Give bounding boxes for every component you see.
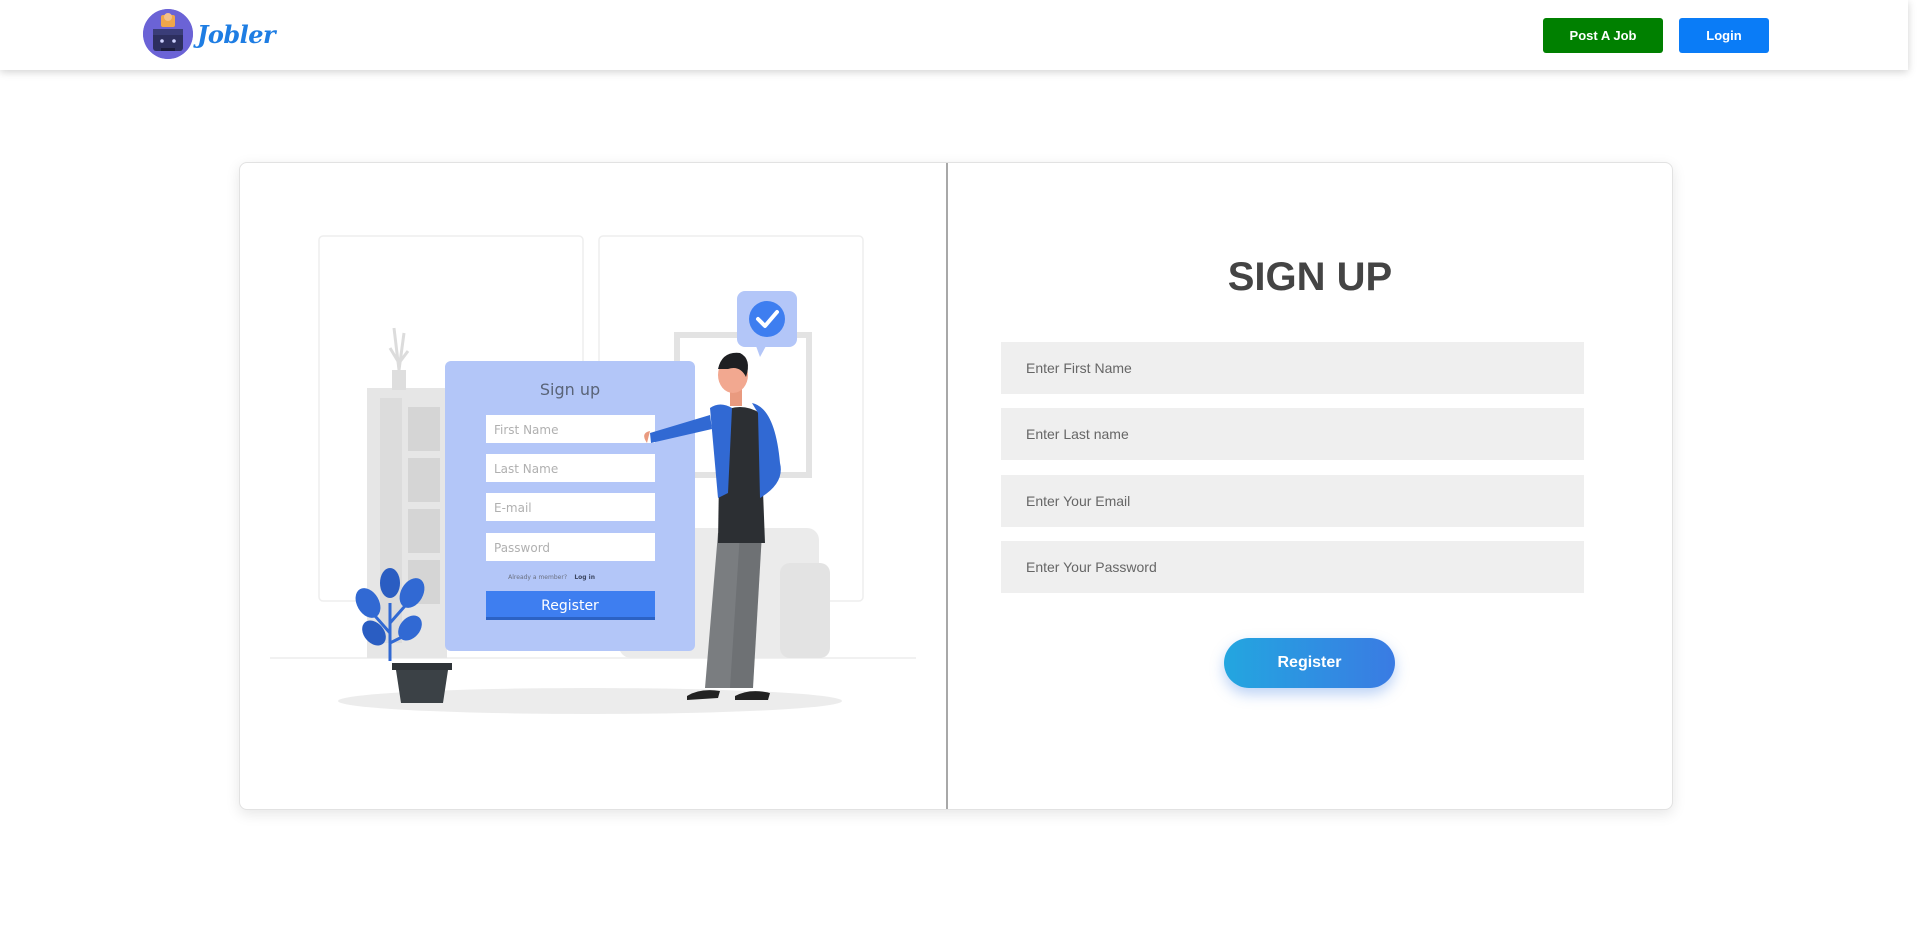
- last-name-input[interactable]: [1001, 408, 1584, 460]
- register-button[interactable]: Register: [1224, 638, 1395, 688]
- first-name-input[interactable]: [1001, 342, 1584, 394]
- signup-form: SIGN UP Register: [948, 163, 1672, 809]
- logo[interactable]: Jobler: [143, 9, 276, 59]
- logo-text: Jobler: [197, 19, 276, 49]
- illustration-login-link: Log in: [574, 574, 595, 581]
- illustration-title: Sign up: [540, 380, 600, 399]
- login-button[interactable]: Login: [1679, 18, 1769, 53]
- illustration-field-first: First Name: [494, 423, 558, 437]
- illustration-already-member: Already a member?: [508, 574, 567, 581]
- email-input[interactable]: [1001, 475, 1584, 527]
- briefcase-icon: [143, 9, 193, 59]
- form-title: SIGN UP: [1227, 255, 1393, 299]
- post-job-button[interactable]: Post A Job: [1543, 18, 1663, 53]
- signup-card: Sign up First Name Last Name E-mail Pass…: [239, 162, 1673, 810]
- illustration-register-label: Register: [541, 598, 599, 614]
- illustration-field-last: Last Name: [494, 462, 558, 476]
- illustration-field-email: E-mail: [494, 501, 532, 515]
- signup-page: Jobler Post A Job Login Sign up First Na…: [0, 0, 1920, 926]
- navbar: Jobler Post A Job Login: [0, 0, 1908, 70]
- password-input[interactable]: [1001, 541, 1584, 593]
- signup-illustration: Sign up First Name Last Name E-mail Pass…: [240, 163, 946, 809]
- illustration-field-password: Password: [494, 541, 550, 555]
